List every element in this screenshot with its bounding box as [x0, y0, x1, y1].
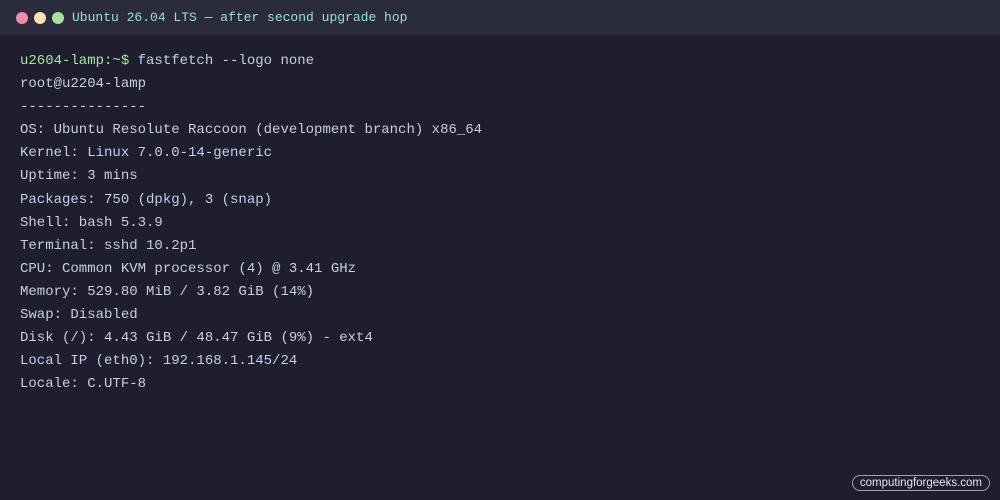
close-button[interactable]: [16, 11, 28, 24]
command-line: u2604-lamp:~$ fastfetch --logo none: [20, 50, 482, 73]
output-line: CPU: Common KVM processor (4) @ 3.41 GHz: [20, 260, 357, 277]
window-title: Ubuntu 26.04 LTS — after second upgrade …: [72, 10, 408, 25]
terminal-output[interactable]: u2604-lamp:~$ fastfetch --logo none root@…: [20, 50, 482, 396]
output-line: Disk (/): 4.43 GiB / 48.47 GiB (9%) - ex…: [20, 330, 373, 347]
minimize-button[interactable]: [34, 11, 46, 24]
output-line: Kernel: Linux 7.0.0-14-generic: [20, 145, 273, 162]
output-line: OS: Ubuntu Resolute Raccoon (development…: [20, 122, 483, 139]
maximize-button[interactable]: [52, 11, 64, 24]
output-line: Terminal: sshd 10.2p1: [20, 237, 197, 254]
command-text: fastfetch --logo none: [137, 53, 315, 69]
output-line: Shell: bash 5.3.9: [20, 214, 163, 231]
window-titlebar: Ubuntu 26.04 LTS — after second upgrade …: [0, 0, 1000, 35]
output-line: Packages: 750 (dpkg), 3 (snap): [20, 191, 273, 208]
output-line: root@u2204-lamp: [20, 76, 147, 93]
output-line: Local IP (eth0): 192.168.1.145/24: [20, 353, 298, 370]
output-line: Memory: 529.80 MiB / 3.82 GiB (14%): [20, 283, 315, 300]
output-line: Uptime: 3 mins: [20, 168, 138, 185]
watermark-badge: computingforgeeks.com: [851, 475, 990, 491]
output-line: ---------------: [20, 99, 147, 116]
shell-prompt: u2604-lamp:~$: [20, 53, 130, 69]
output-line: Locale: C.UTF-8: [20, 376, 147, 393]
output-line: Swap: Disabled: [20, 307, 138, 324]
